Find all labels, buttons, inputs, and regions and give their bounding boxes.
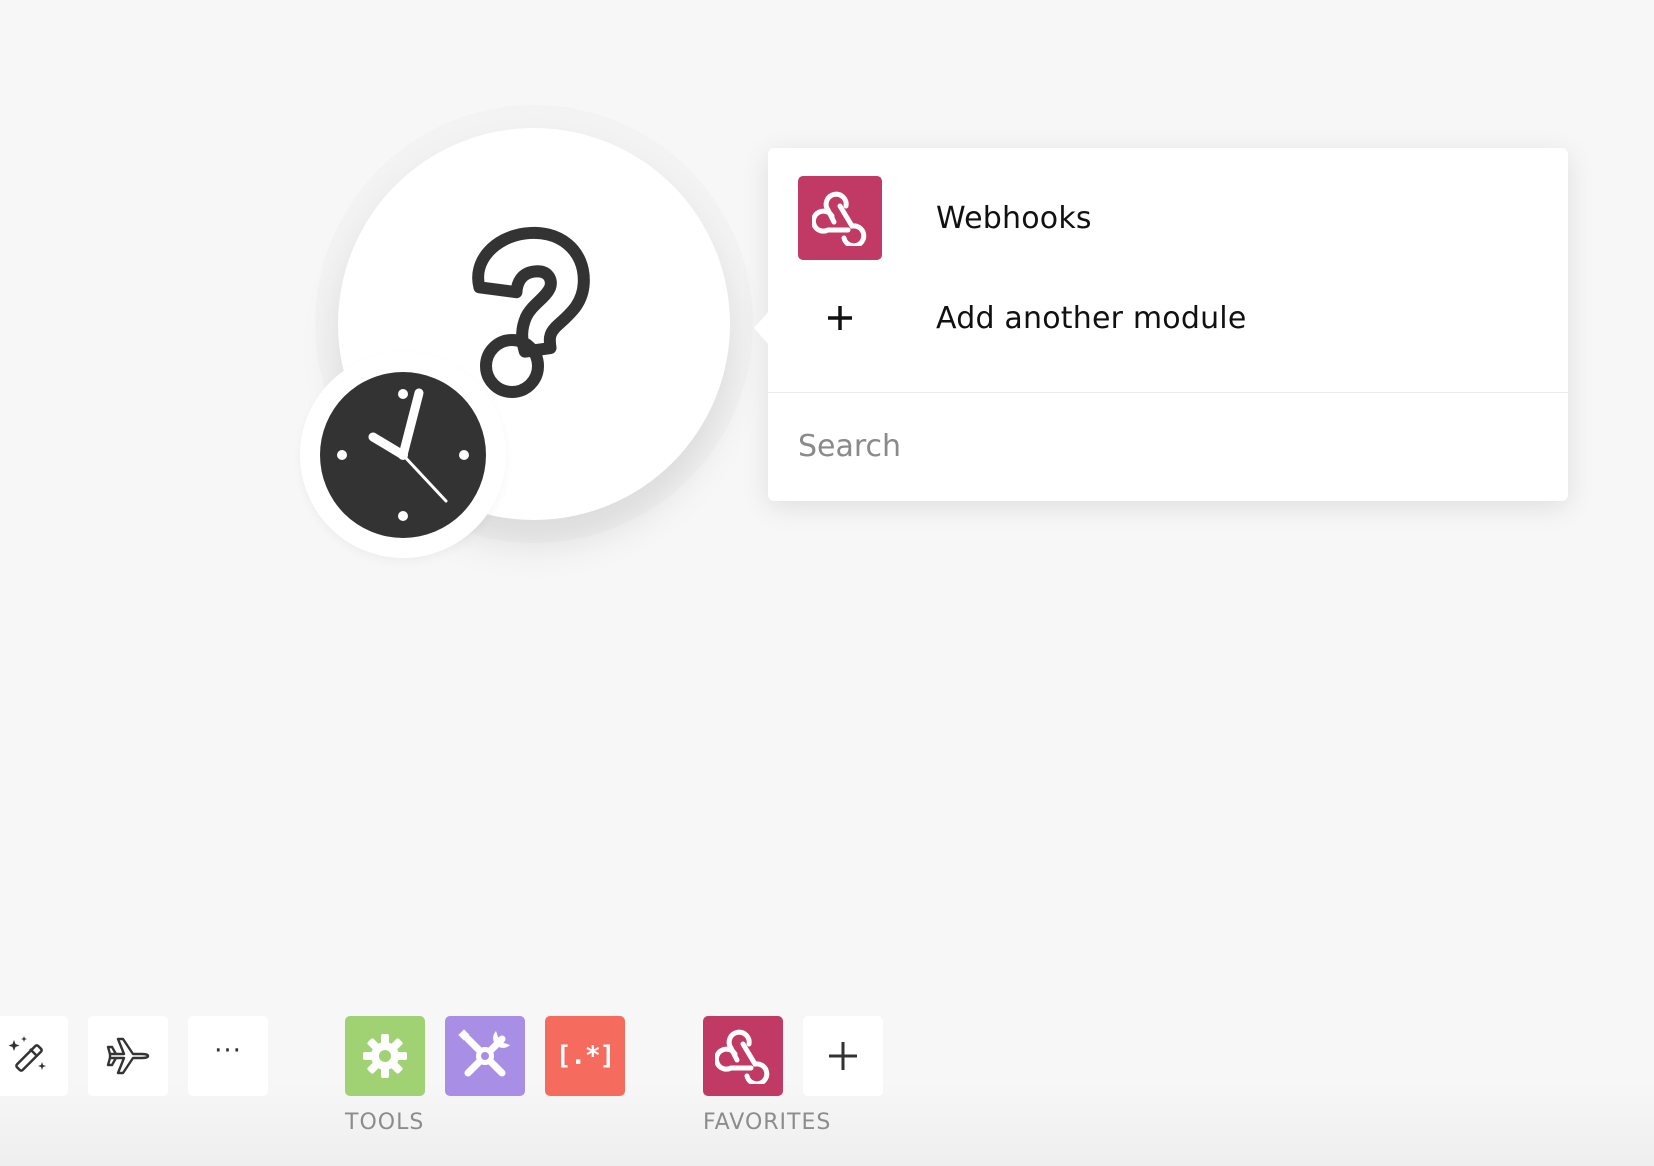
menu-item-add-module[interactable]: Add another module (798, 276, 1538, 360)
module-picker-popover: Webhooks Add another module (754, 148, 1568, 501)
more-button[interactable]: ··· (188, 1016, 268, 1096)
more-icon: ··· (214, 1036, 242, 1066)
tools-gear-button[interactable] (345, 1016, 425, 1096)
menu-item-label: Add another module (936, 300, 1247, 336)
gear-icon (363, 1034, 407, 1078)
menu-item-label: Webhooks (936, 200, 1092, 236)
favorites-add-button[interactable] (803, 1016, 883, 1096)
menu-item-webhooks[interactable]: Webhooks (798, 176, 1538, 260)
airplane-button[interactable] (88, 1016, 168, 1096)
search-input[interactable] (798, 410, 1538, 482)
tools-group-label: TOOLS (345, 1110, 425, 1135)
magic-wand-icon (8, 1036, 46, 1072)
magic-wand-button[interactable] (0, 1016, 68, 1096)
plus-icon (828, 306, 852, 330)
tools-icon (458, 1029, 510, 1077)
plus-icon-slot (798, 276, 882, 360)
popover-divider (768, 392, 1568, 393)
trigger-schedule-badge[interactable] (300, 352, 506, 558)
scenario-canvas[interactable]: Webhooks Add another module Search ··· [… (0, 0, 1654, 1166)
webhooks-app-tile (798, 176, 882, 260)
regex-icon: [.*] (555, 1041, 616, 1071)
tools-text-parser-button[interactable]: [.*] (545, 1016, 625, 1096)
webhook-icon (812, 191, 867, 246)
airplane-icon (106, 1037, 150, 1075)
tools-flow-control-button[interactable] (445, 1016, 525, 1096)
favorites-webhooks-button[interactable] (703, 1016, 783, 1096)
clock-icon (320, 372, 486, 538)
plus-icon (829, 1042, 857, 1070)
popover-arrow (754, 312, 768, 344)
favorites-group-label: FAVORITES (703, 1110, 832, 1135)
webhook-icon (715, 1029, 770, 1084)
